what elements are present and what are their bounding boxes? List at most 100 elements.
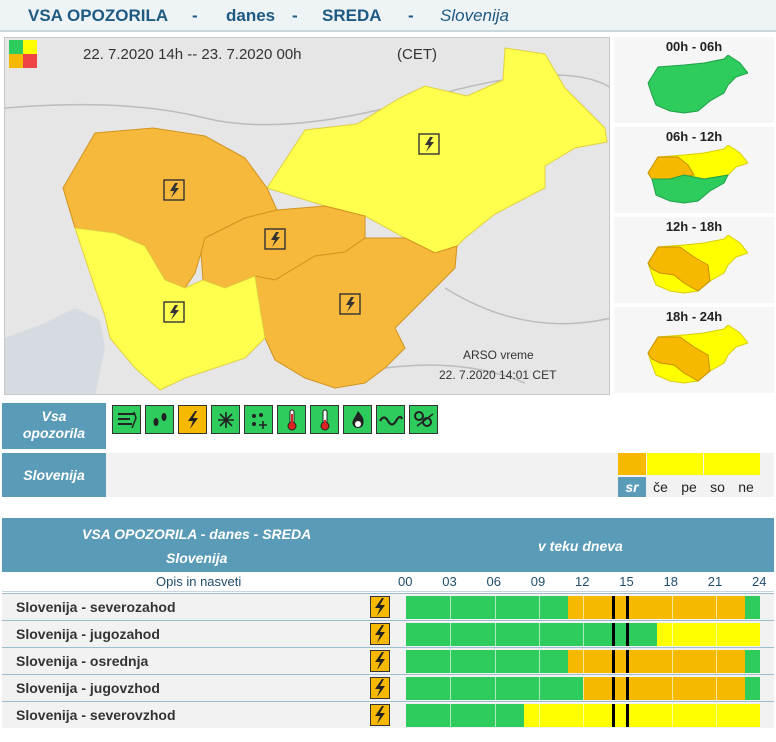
grid-line bbox=[671, 650, 673, 673]
thunderstorm-icon[interactable] bbox=[370, 704, 390, 726]
map-canvas bbox=[5, 38, 609, 394]
low-temperature-icon[interactable] bbox=[310, 405, 339, 434]
current-period-marker bbox=[626, 623, 630, 646]
day-tab-fri[interactable]: pe bbox=[675, 477, 703, 497]
coastal-icon[interactable] bbox=[376, 405, 405, 434]
grid-line bbox=[494, 623, 496, 646]
timeline-title: v teku dneva bbox=[538, 538, 623, 554]
title-region: Slovenija bbox=[440, 6, 509, 25]
map-timestamp: 22. 7.2020 14:01 CET bbox=[439, 368, 557, 382]
day-tab-wed[interactable]: sr bbox=[618, 477, 646, 497]
grid-line bbox=[671, 704, 673, 727]
day-color-3 bbox=[703, 453, 732, 475]
fire-icon[interactable] bbox=[343, 405, 372, 434]
hour-label: 18 bbox=[663, 574, 678, 589]
current-period-marker bbox=[611, 677, 615, 700]
current-period-marker bbox=[626, 704, 630, 727]
day-tab-thu[interactable]: če bbox=[647, 477, 675, 497]
grid-line bbox=[494, 650, 496, 673]
avalanche-icon[interactable] bbox=[409, 405, 438, 434]
grid-line bbox=[583, 677, 584, 700]
description-header[interactable]: Opis in nasveti bbox=[156, 574, 241, 589]
hazard-filter-row: Vsa opozorila bbox=[2, 403, 774, 449]
day-tab-sat[interactable]: so bbox=[704, 477, 732, 497]
grid-line bbox=[450, 650, 452, 673]
grid-line bbox=[715, 596, 717, 619]
current-period-marker bbox=[626, 650, 630, 673]
timeline-segment bbox=[745, 650, 760, 673]
day-color-0 bbox=[618, 453, 646, 475]
thunderstorm-icon[interactable] bbox=[178, 405, 207, 434]
snow-rain-icon[interactable] bbox=[244, 405, 273, 434]
grid-line bbox=[715, 677, 717, 700]
timeline-segment bbox=[745, 596, 760, 619]
grid-line bbox=[538, 596, 540, 619]
period-map-00-06[interactable]: 00h - 06h bbox=[614, 37, 774, 125]
hour-label: 03 bbox=[442, 574, 457, 589]
current-period-marker bbox=[611, 623, 615, 646]
timeline-bar bbox=[406, 596, 760, 619]
table-title: VSA OPOZORILA - danes - SREDA bbox=[82, 526, 312, 542]
wind-icon[interactable] bbox=[112, 405, 141, 434]
period-map-06-12[interactable]: 06h - 12h bbox=[614, 127, 774, 215]
grid-line bbox=[538, 704, 540, 727]
day-color-2 bbox=[675, 453, 703, 475]
table-row[interactable]: Slovenija - jugozahod bbox=[2, 620, 774, 647]
period-map-12-18[interactable]: 12h - 18h bbox=[614, 217, 774, 305]
thunderstorm-icon[interactable] bbox=[370, 650, 390, 672]
thunderstorm-icon[interactable] bbox=[370, 623, 390, 645]
thunderstorm-icon[interactable] bbox=[370, 596, 390, 618]
page-title-bar: VSA OPOZORILA - danes - SREDA - Slovenij… bbox=[0, 0, 776, 32]
current-period-marker bbox=[611, 704, 615, 727]
grid-line bbox=[494, 704, 496, 727]
current-period-marker bbox=[611, 650, 615, 673]
grid-line bbox=[450, 596, 452, 619]
region-label[interactable]: Slovenija bbox=[2, 453, 106, 497]
table-row[interactable]: Slovenija - jugovzhod bbox=[2, 674, 774, 701]
grid-line bbox=[450, 623, 452, 646]
hour-label: 09 bbox=[530, 574, 546, 589]
table-subheader: Opis in nasveti 00 03 06 09 12 15 18 21 24 bbox=[2, 572, 774, 592]
timeline-segment bbox=[406, 596, 569, 619]
warning-map[interactable]: 22. 7.2020 14h -- 23. 7.2020 00h (CET) A… bbox=[4, 37, 610, 395]
period-map-18-24[interactable]: 18h - 24h bbox=[614, 307, 774, 395]
map-credit: ARSO vreme bbox=[463, 348, 534, 362]
grid-line bbox=[715, 704, 717, 727]
table-row[interactable]: Slovenija - osrednja bbox=[2, 647, 774, 674]
table-row[interactable]: Slovenija - severovzhod bbox=[2, 701, 774, 728]
table-row[interactable]: Slovenija - severozahod bbox=[2, 593, 774, 620]
grid-line bbox=[671, 596, 673, 619]
grid-line bbox=[538, 677, 540, 700]
map-period: 22. 7.2020 14h -- 23. 7.2020 00h bbox=[83, 46, 302, 63]
thunderstorm-icon[interactable] bbox=[370, 677, 390, 699]
grid-line bbox=[715, 623, 717, 646]
timeline-segment bbox=[568, 596, 746, 619]
snow-icon[interactable] bbox=[211, 405, 240, 434]
current-period-marker bbox=[626, 596, 630, 619]
day-tab-sun[interactable]: ne bbox=[732, 477, 760, 497]
day-selector: sr če pe so ne bbox=[618, 453, 760, 497]
rain-icon[interactable] bbox=[145, 405, 174, 434]
timeline-segment bbox=[406, 704, 524, 727]
hour-label: 12 bbox=[575, 574, 590, 589]
hour-label: 15 bbox=[619, 574, 634, 589]
all-warnings-label[interactable]: Vsa opozorila bbox=[2, 403, 106, 449]
high-temperature-icon[interactable] bbox=[277, 405, 306, 434]
timeline-bar bbox=[406, 677, 760, 700]
timeline-segment bbox=[406, 650, 569, 673]
region-name: Slovenija - severovzhod bbox=[16, 707, 176, 723]
table-header: VSA OPOZORILA - danes - SREDA Slovenija … bbox=[2, 518, 774, 572]
grid-line bbox=[583, 596, 584, 619]
region-name: Slovenija - osrednja bbox=[16, 653, 149, 669]
timeline-segment bbox=[745, 677, 760, 700]
timeline-bar bbox=[406, 650, 760, 673]
region-row: Slovenija sr če pe so ne bbox=[2, 453, 774, 497]
grid-line bbox=[538, 623, 540, 646]
title-all-warnings: VSA OPOZORILA bbox=[28, 6, 169, 25]
grid-line bbox=[583, 704, 584, 727]
current-period-marker bbox=[611, 596, 615, 619]
title-separator: - bbox=[192, 6, 198, 25]
grid-line bbox=[715, 650, 717, 673]
grid-line bbox=[671, 677, 673, 700]
grid-line bbox=[450, 677, 452, 700]
